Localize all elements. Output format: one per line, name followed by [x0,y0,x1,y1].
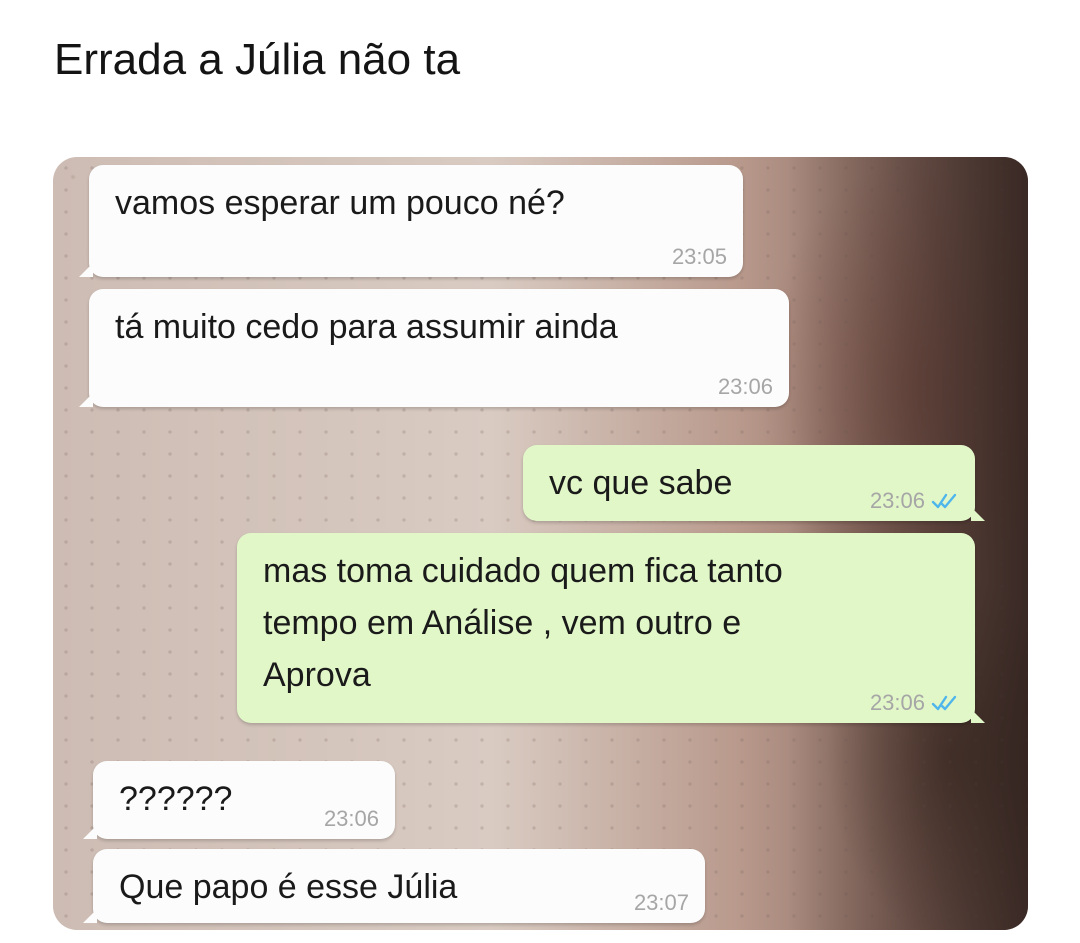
message-bubble-outgoing[interactable]: vc que sabe 23:06 [523,445,985,521]
message-text: Que papo é esse Júlia [119,868,458,906]
message-timestamp: 23:07 [633,890,689,915]
post-caption: Errada a Júlia não ta [54,35,461,84]
message-text: tá muito cedo para assumir ainda [115,308,618,346]
message-meta: 23:06 [870,691,959,715]
message-bubble-incoming[interactable]: vamos esperar um pouco né? 23:05 [79,165,743,277]
message-bubble-incoming[interactable]: ?????? 23:06 [83,761,395,839]
message-timestamp: 23:06 [323,806,379,831]
message-bubble-incoming[interactable]: Que papo é esse Júlia 23:07 [83,849,705,923]
message-meta: 23:06 [870,489,959,513]
message-timestamp: 23:06 [869,488,925,513]
message-meta: 23:06 [324,807,379,831]
message-timestamp: 23:06 [717,374,773,399]
message-timestamp: 23:05 [671,244,727,269]
message-meta: 23:05 [672,245,727,269]
double-check-icon [931,695,957,711]
message-text: vamos esperar um pouco né? [115,184,565,222]
message-timestamp: 23:06 [869,690,925,715]
message-meta: 23:07 [634,891,689,915]
message-bubble-outgoing[interactable]: mas toma cuidado quem fica tanto tempo e… [237,533,985,723]
message-bubble-incoming[interactable]: tá muito cedo para assumir ainda 23:06 [79,289,789,407]
message-text: ?????? [119,780,233,818]
message-meta: 23:06 [718,375,773,399]
double-check-icon [931,493,957,509]
message-text: mas toma cuidado quem fica tanto tempo e… [263,552,783,694]
message-text: vc que sabe [549,464,733,502]
chat-screenshot: vamos esperar um pouco né? 23:05 tá muit… [53,157,1028,930]
